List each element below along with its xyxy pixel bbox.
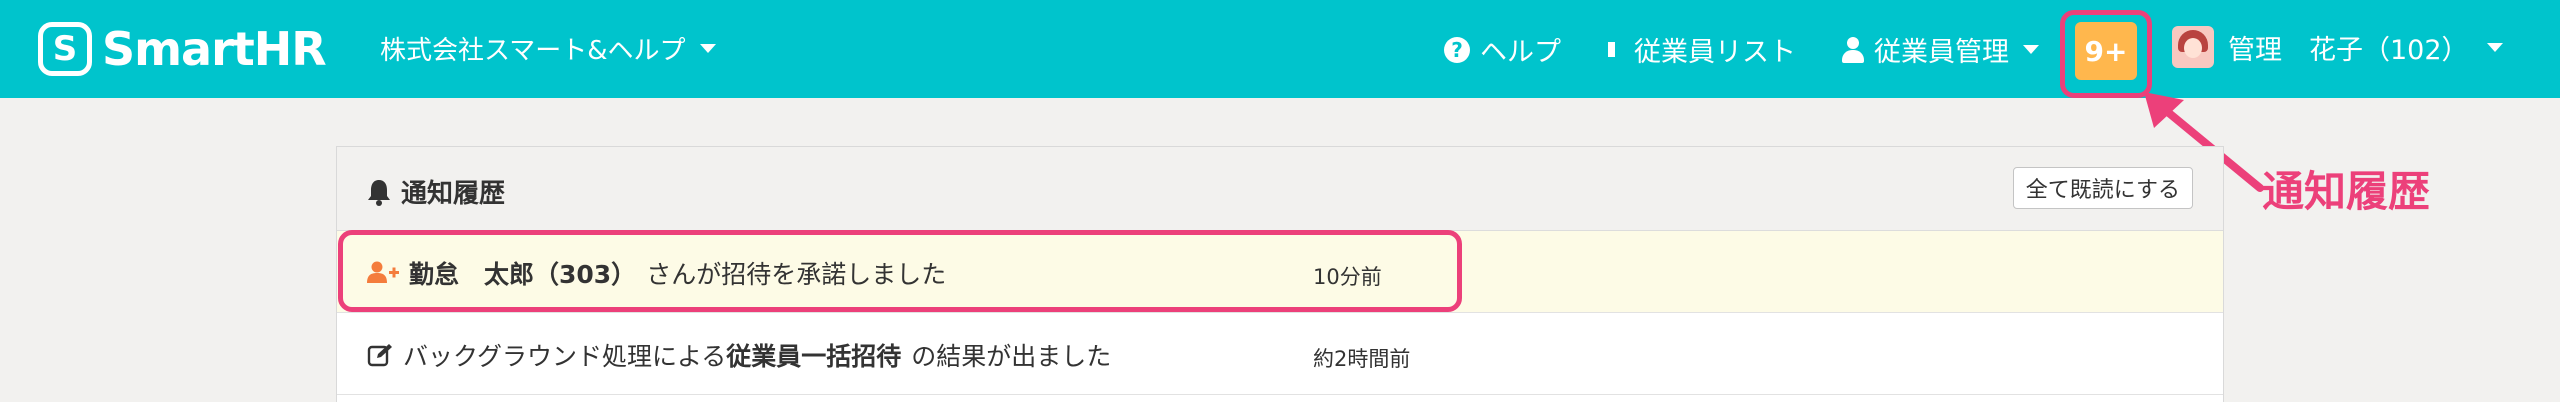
panel-header: 通知履歴 全て既読にする — [337, 147, 2223, 231]
smarthr-logo[interactable]: S SmartHR — [38, 22, 327, 76]
employee-list-label: 従業員リスト — [1634, 37, 1796, 68]
row-highlight-box — [338, 230, 1462, 312]
top-navigation-bar: S SmartHR 株式会社スマート&ヘルプ ? ヘルプ 従業員リスト 従業員管… — [0, 0, 2560, 98]
notification-message: バックグラウンド処理による 従業員一括招待 の結果が出ました — [367, 337, 1111, 373]
notification-bold-text: 従業員一括招待 — [726, 342, 902, 371]
user-icon — [1842, 36, 1864, 63]
user-name: 管理 花子（102） — [2228, 34, 2469, 66]
bell-icon — [368, 179, 390, 206]
panel-title: 通知履歴 — [367, 173, 505, 210]
edit-icon — [367, 344, 392, 367]
employee-management-label: 従業員管理 — [1874, 37, 2009, 68]
user-menu[interactable]: 管理 花子（102） — [2172, 26, 2503, 68]
mark-all-read-button[interactable]: 全て既読にする — [2012, 167, 2193, 209]
annotation-label: 通知履歴 — [2262, 167, 2431, 216]
chevron-down-icon — [2486, 42, 2503, 52]
question-circle-icon: ? — [1444, 36, 1470, 63]
notification-highlight-box — [2060, 10, 2152, 98]
company-selector[interactable]: 株式会社スマート&ヘルプ — [380, 30, 716, 67]
logo-text: SmartHR — [102, 22, 327, 76]
help-label: ヘルプ — [1480, 37, 1561, 68]
company-name: 株式会社スマート&ヘルプ — [380, 36, 686, 66]
list-icon — [1598, 39, 1624, 61]
smarthr-logo-mark-icon: S — [38, 22, 92, 76]
chevron-down-icon — [699, 44, 716, 53]
notification-time: 約2時間前 — [1313, 347, 1411, 371]
employee-list-link[interactable]: 従業員リスト — [1598, 30, 1796, 69]
chevron-down-icon — [2023, 45, 2039, 54]
notification-prefix: バックグラウンド処理による — [403, 342, 727, 371]
notification-row[interactable]: バックグラウンド処理による 従業員一括招待 の結果が出ました 約2時間前 — [337, 313, 2223, 395]
employee-management-menu[interactable]: 従業員管理 — [1842, 30, 2039, 69]
avatar — [2172, 26, 2214, 68]
panel-title-text: 通知履歴 — [401, 179, 506, 209]
help-link[interactable]: ? ヘルプ — [1444, 30, 1561, 69]
notification-suffix: の結果が出ました — [911, 342, 1112, 371]
